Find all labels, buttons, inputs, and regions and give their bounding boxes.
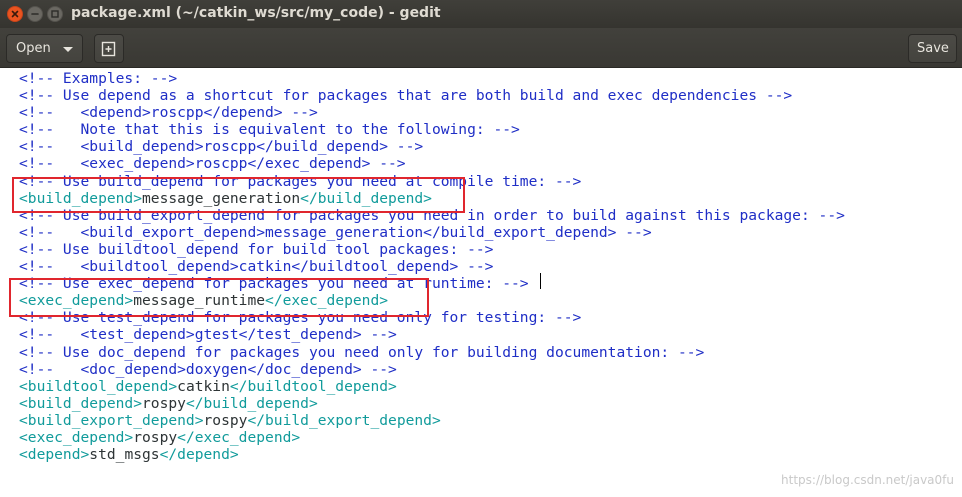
save-button-label: Save bbox=[917, 41, 949, 56]
code-token-tag: </exec_depend> bbox=[177, 428, 301, 446]
code-line[interactable]: <!-- <buildtool_depend>catkin</buildtool… bbox=[19, 258, 845, 275]
code-line[interactable]: <depend>std_msgs</depend> bbox=[19, 446, 845, 463]
code-line[interactable]: <exec_depend>rospy</exec_depend> bbox=[19, 429, 845, 446]
code-token-content: rospy bbox=[133, 428, 178, 446]
code-line[interactable]: <build_export_depend>rospy</build_export… bbox=[19, 412, 845, 429]
window-title: package.xml (~/catkin_ws/src/my_code) - … bbox=[71, 5, 441, 21]
code-token-tag: </build_export_depend> bbox=[247, 411, 441, 429]
title-bar[interactable]: package.xml (~/catkin_ws/src/my_code) - … bbox=[0, 0, 962, 28]
highlight-box-build-depend bbox=[12, 177, 465, 213]
code-token-tag: <build_export_depend> bbox=[19, 411, 204, 429]
code-token-content: std_msgs bbox=[89, 446, 160, 464]
code-line[interactable]: <!-- Use doc_depend for packages you nee… bbox=[19, 344, 845, 361]
code-token-comment: <!-- Use doc_depend for packages you nee… bbox=[19, 343, 705, 361]
code-token-comment: <!-- Note that this is equivalent to the… bbox=[19, 121, 520, 139]
maximize-icon bbox=[51, 10, 59, 18]
code-token-tag: <build_depend> bbox=[19, 394, 143, 412]
code-line[interactable]: <!-- Use buildtool_depend for build tool… bbox=[19, 241, 845, 258]
watermark: https://blog.csdn.net/java0fu bbox=[781, 473, 954, 487]
open-button-label: Open bbox=[16, 41, 51, 56]
code-token-comment: <!-- <exec_depend>roscpp</exec_depend> -… bbox=[19, 155, 406, 173]
chevron-down-icon bbox=[63, 47, 73, 52]
code-token-comment: <!-- <test_depend>gtest</test_depend> --… bbox=[19, 326, 397, 344]
new-document-icon bbox=[101, 41, 116, 57]
code-token-tag: </buildtool_depend> bbox=[229, 377, 397, 395]
close-icon bbox=[11, 10, 19, 18]
code-line[interactable]: <!-- Examples: --> bbox=[19, 70, 845, 87]
highlight-box-exec-depend bbox=[9, 278, 429, 317]
code-token-comment: <!-- <buildtool_depend>catkin</buildtool… bbox=[19, 258, 494, 276]
minimize-button[interactable] bbox=[27, 6, 43, 22]
code-token-tag: <buildtool_depend> bbox=[19, 377, 178, 395]
code-line[interactable]: <!-- <doc_depend>doxygen</doc_depend> --… bbox=[19, 361, 845, 378]
code-token-comment: <!-- <doc_depend>doxygen</doc_depend> --… bbox=[19, 360, 397, 378]
code-token-tag: </build_depend> bbox=[185, 394, 318, 412]
code-line[interactable]: <build_depend>rospy</build_depend> bbox=[19, 395, 845, 412]
new-document-button[interactable] bbox=[94, 34, 124, 63]
open-button[interactable]: Open bbox=[6, 34, 83, 63]
code-token-tag: <depend> bbox=[19, 446, 90, 464]
code-token-content: catkin bbox=[177, 377, 230, 395]
code-token-tag: </depend> bbox=[159, 446, 239, 464]
header-bar: Open Save bbox=[0, 28, 962, 68]
gedit-window: package.xml (~/catkin_ws/src/my_code) - … bbox=[0, 0, 962, 497]
code-token-comment: <!-- Use buildtool_depend for build tool… bbox=[19, 240, 494, 258]
close-button[interactable] bbox=[7, 6, 23, 22]
code-line[interactable]: <!-- <depend>roscpp</depend> --> bbox=[19, 104, 845, 121]
text-cursor bbox=[540, 273, 541, 289]
text-editor[interactable]: <!-- Examples: --> <!-- Use depend as a s… bbox=[0, 68, 962, 497]
code-token-comment: <!-- <build_export_depend>message_genera… bbox=[19, 223, 652, 241]
code-view[interactable]: <!-- Examples: --> <!-- Use depend as a s… bbox=[19, 70, 845, 463]
code-token-comment: <!-- Use depend as a shortcut for packag… bbox=[19, 87, 793, 105]
code-line[interactable]: <!-- <build_export_depend>message_genera… bbox=[19, 224, 845, 241]
code-token-comment: <!-- Examples: --> bbox=[19, 70, 178, 87]
code-line[interactable]: <buildtool_depend>catkin</buildtool_depe… bbox=[19, 378, 845, 395]
code-line[interactable]: <!-- <test_depend>gtest</test_depend> --… bbox=[19, 326, 845, 343]
code-token-comment: <!-- <build_depend>roscpp</build_depend>… bbox=[19, 138, 424, 156]
code-line[interactable]: <!-- Use depend as a shortcut for packag… bbox=[19, 87, 845, 104]
minimize-icon bbox=[31, 13, 39, 15]
save-button[interactable]: Save bbox=[908, 34, 957, 63]
code-line[interactable]: <!-- <build_depend>roscpp</build_depend>… bbox=[19, 138, 845, 155]
maximize-button[interactable] bbox=[47, 6, 63, 22]
code-token-content: rospy bbox=[142, 394, 186, 412]
code-token-content: rospy bbox=[203, 411, 248, 429]
code-line[interactable]: <!-- Note that this is equivalent to the… bbox=[19, 121, 845, 138]
code-token-comment: <!-- <depend>roscpp</depend> --> bbox=[19, 104, 318, 122]
code-line[interactable]: <!-- <exec_depend>roscpp</exec_depend> -… bbox=[19, 155, 845, 172]
code-token-tag: <exec_depend> bbox=[19, 428, 134, 446]
